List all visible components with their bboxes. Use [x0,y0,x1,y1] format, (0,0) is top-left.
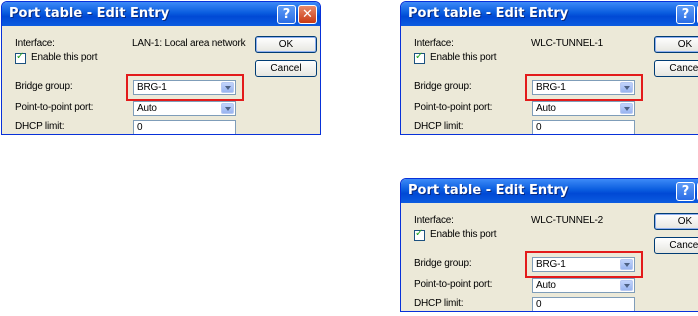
enable-port-checkbox[interactable] [15,51,26,64]
p2p-port-select[interactable]: Auto [532,101,635,116]
p2p-port-select[interactable]: Auto [133,101,236,116]
interface-label: Interface: [414,215,454,226]
help-icon[interactable]: ? [676,5,695,24]
highlight-box [525,251,643,278]
p2p-port-select[interactable]: Auto [532,278,635,293]
dialog-title: Port table - Edit Entry [408,183,569,198]
dhcp-limit-label: DHCP limit: [414,298,464,309]
p2p-port-value: Auto [536,280,556,291]
dhcp-limit-value: 0 [536,122,542,133]
cancel-button[interactable]: Cancel [255,60,317,77]
edit-entry-dialog-lan1: Port table - Edit Entry ? ✕ Interface: L… [1,1,321,135]
bridge-group-label: Bridge group: [414,81,472,92]
dhcp-limit-value: 0 [137,122,143,133]
dhcp-limit-value: 0 [536,299,542,310]
ok-button[interactable]: OK [654,213,698,230]
title-bar[interactable]: Port table - Edit Entry ? ✕ [2,2,320,26]
cancel-button[interactable]: Cancel [654,60,698,77]
close-icon[interactable]: ✕ [298,5,317,24]
interface-label: Interface: [414,38,454,49]
dhcp-limit-label: DHCP limit: [15,121,65,132]
dialog-title: Port table - Edit Entry [408,6,569,21]
highlight-box [525,74,643,101]
interface-value: WLC-TUNNEL-2 [531,215,604,226]
bridge-group-label: Bridge group: [414,258,472,269]
chevron-down-icon[interactable] [620,103,633,114]
p2p-port-label: Point-to-point port: [15,102,94,113]
interface-value: WLC-TUNNEL-1 [531,38,604,49]
dhcp-limit-input[interactable]: 0 [532,297,635,311]
highlight-box [126,74,244,101]
dhcp-limit-input[interactable]: 0 [532,120,635,134]
edit-entry-dialog-tunnel2: Port table - Edit Entry ? ✕ Interface: W… [400,178,698,312]
p2p-port-value: Auto [536,103,556,114]
dialog-title: Port table - Edit Entry [9,6,170,21]
help-icon[interactable]: ? [676,182,695,201]
ok-button[interactable]: OK [255,36,317,53]
dhcp-limit-label: DHCP limit: [414,121,464,132]
edit-entry-dialog-tunnel1: Port table - Edit Entry ? ✕ Interface: W… [400,1,698,135]
p2p-port-label: Point-to-point port: [414,279,493,290]
enable-port-label[interactable]: Enable this port [430,52,496,63]
ok-button[interactable]: OK [654,36,698,53]
dhcp-limit-input[interactable]: 0 [133,120,236,134]
chevron-down-icon[interactable] [620,280,633,291]
title-bar[interactable]: Port table - Edit Entry ? ✕ [401,2,698,26]
interface-label: Interface: [15,38,55,49]
cancel-button[interactable]: Cancel [654,237,698,254]
p2p-port-value: Auto [137,103,157,114]
p2p-port-label: Point-to-point port: [414,102,493,113]
bridge-group-label: Bridge group: [15,81,73,92]
enable-port-checkbox[interactable] [414,51,425,64]
enable-port-label[interactable]: Enable this port [430,229,496,240]
help-icon[interactable]: ? [277,5,296,24]
interface-value: LAN-1: Local area network [132,38,246,49]
enable-port-checkbox[interactable] [414,228,425,241]
enable-port-label[interactable]: Enable this port [31,52,97,63]
chevron-down-icon[interactable] [221,103,234,114]
title-bar[interactable]: Port table - Edit Entry ? ✕ [401,179,698,203]
